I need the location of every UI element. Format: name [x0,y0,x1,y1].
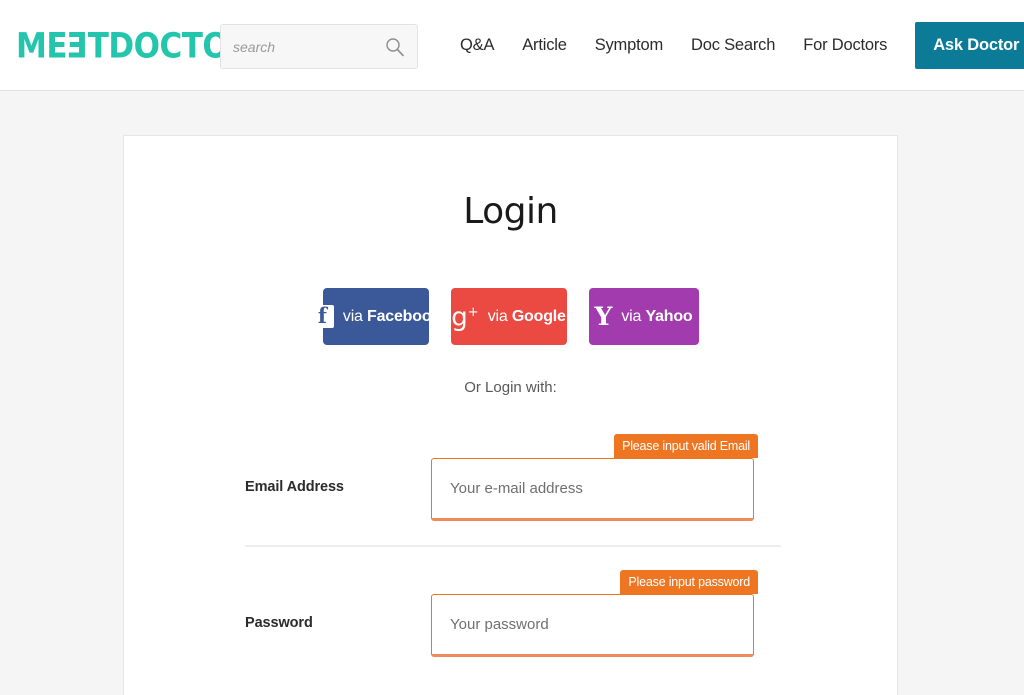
email-error-tooltip: Please input valid Email [614,434,758,458]
search-box[interactable] [220,24,418,69]
nav-link-doc-search[interactable]: Doc Search [691,36,775,55]
password-field-label: Password [245,615,313,631]
logo-reversed-e: E [67,26,88,67]
google-plus-icon: g+ [451,302,479,333]
email-input[interactable] [431,458,754,521]
login-via-yahoo-button[interactable]: Y via Yahoo [588,288,699,345]
nav-link-symptom[interactable]: Symptom [595,36,663,55]
page-title: Login [463,191,558,232]
password-field-wrap: Please input password [431,570,758,657]
search-icon[interactable] [385,37,405,57]
form-divider [245,545,781,547]
or-login-with-text: Or Login with: [464,379,557,396]
nav-link-article[interactable]: Article [522,36,567,55]
site-logo[interactable]: MEETDOCTOR [16,25,252,68]
facebook-icon [310,303,334,329]
facebook-button-label: via Facebook [342,307,441,325]
login-via-google-button[interactable]: g+ via Google [450,288,567,345]
main-navigation: Q&A Article Symptom Doc Search For Docto… [460,0,1024,91]
login-card: Login via Facebook g+ via Google Y via Y… [123,135,898,695]
email-field-wrap: Please input valid Email [431,434,758,521]
logo-text-before: ME [16,26,68,67]
nav-link-for-doctors[interactable]: For Doctors [803,36,887,55]
search-input[interactable] [233,25,383,68]
nav-link-qa[interactable]: Q&A [460,36,494,55]
email-form-row: Email Address Please input valid Email [124,434,897,534]
site-header: MEETDOCTOR Q&A Article Symptom Doc Searc… [0,0,1024,91]
yahoo-icon: Y [594,302,613,331]
yahoo-button-label: via Yahoo [621,307,693,325]
email-field-label: Email Address [245,479,344,495]
ask-doctor-button[interactable]: Ask Doctor [915,22,1024,69]
password-error-tooltip: Please input password [620,570,758,594]
password-input[interactable] [431,594,754,657]
login-via-facebook-button[interactable]: via Facebook [310,288,440,345]
social-login-row: via Facebook g+ via Google Y via Yahoo [124,288,897,345]
google-button-label: via Google [487,307,566,325]
password-form-row: Password Please input password [124,570,897,670]
